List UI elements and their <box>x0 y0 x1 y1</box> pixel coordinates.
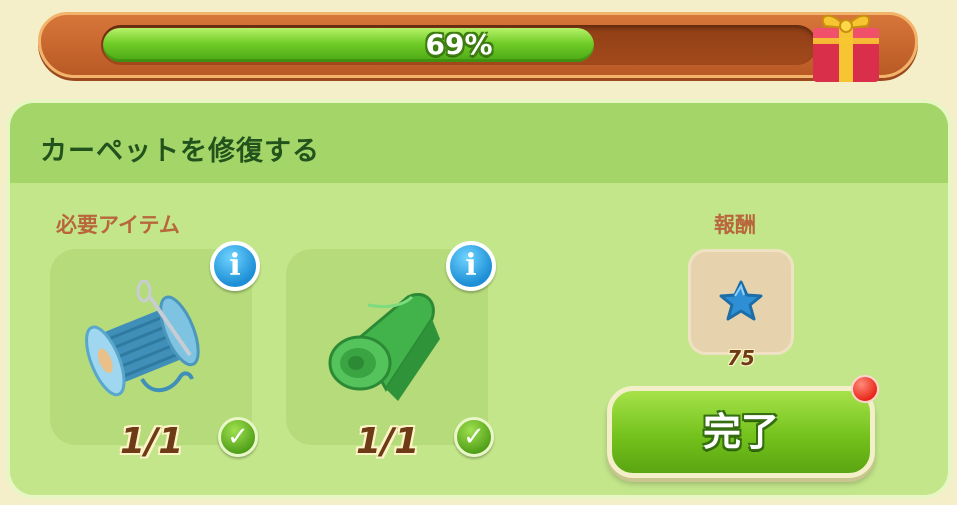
info-icon[interactable]: i <box>210 241 260 291</box>
progress-percent: 69% <box>425 28 493 61</box>
complete-button[interactable]: 完了 <box>607 386 875 478</box>
item-count: 1/1 <box>120 421 184 462</box>
green-fabric-roll-icon <box>328 293 440 401</box>
item-count: 1/1 <box>356 421 420 462</box>
gift-box-icon[interactable] <box>803 0 889 86</box>
required-item-card[interactable]: i 1/1 ✓ <box>50 241 260 462</box>
notification-dot <box>851 375 879 403</box>
progress-bar: 69% <box>101 25 817 65</box>
progress-header: 69% <box>38 12 918 78</box>
task-header: カーペットを修復する <box>10 103 948 183</box>
blue-star-icon <box>719 280 763 321</box>
complete-button-label: 完了 <box>702 410 779 454</box>
reward-amount: 75 <box>727 346 755 370</box>
task-panel: カーペットを修復する 必要アイテム 報酬 i 1/1 ✓ i 1/1 ✓ 75 … <box>6 99 952 499</box>
required-items-label: 必要アイテム <box>56 213 180 237</box>
reward-label: 報酬 <box>714 213 756 237</box>
task-title: カーペットを修復する <box>40 136 320 167</box>
checkmark-icon: ✓ <box>218 417 258 457</box>
checkmark-icon: ✓ <box>454 417 494 457</box>
reward-box <box>688 249 794 355</box>
required-item-card[interactable]: i 1/1 ✓ <box>286 241 496 462</box>
info-icon[interactable]: i <box>446 241 496 291</box>
thread-spool-icon <box>85 279 200 397</box>
